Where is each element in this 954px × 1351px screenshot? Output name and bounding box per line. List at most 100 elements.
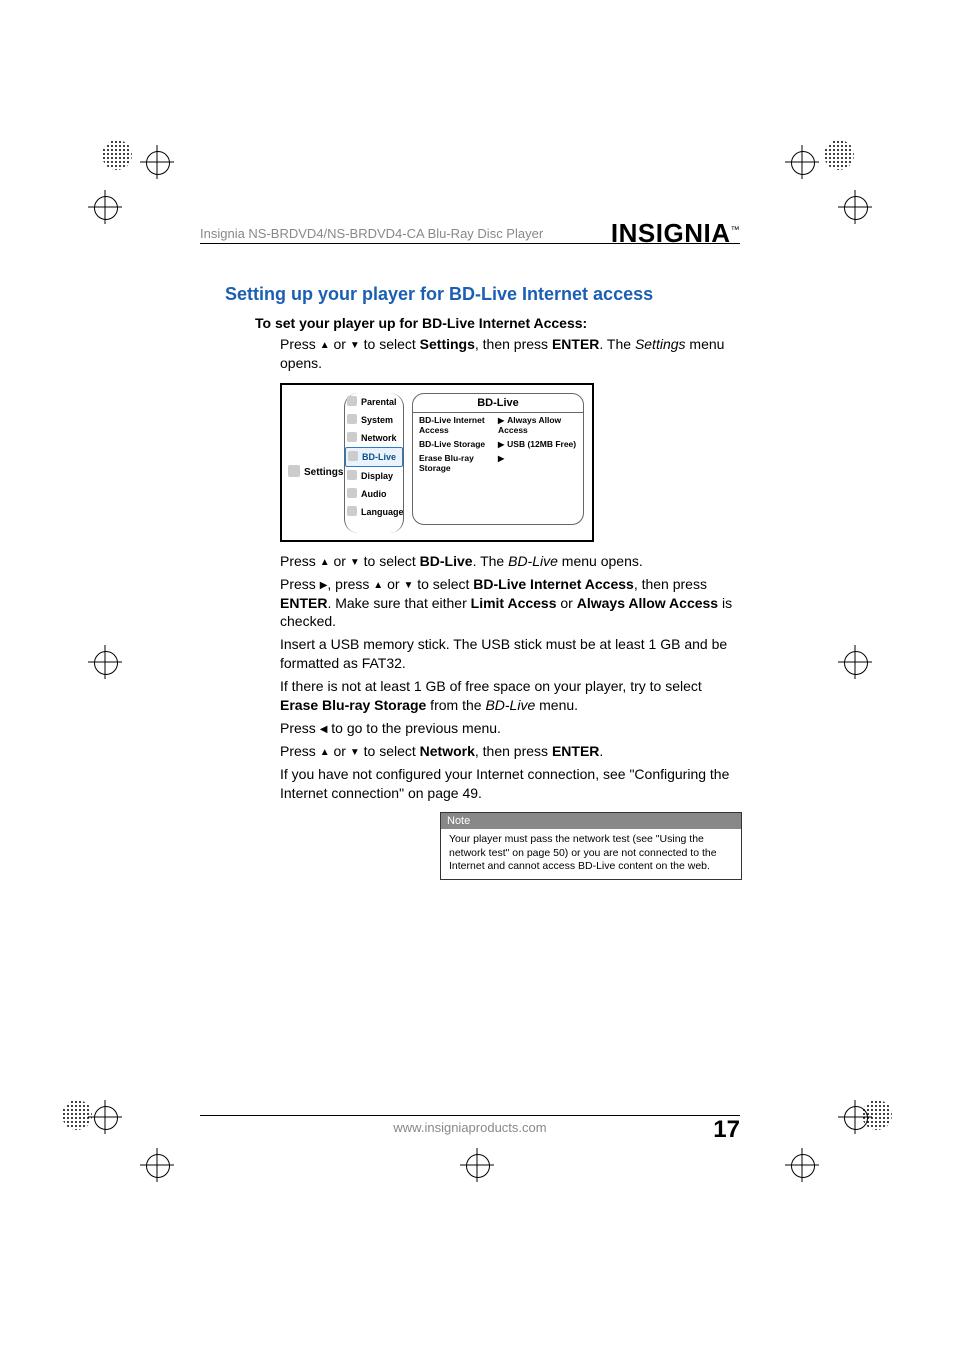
- sidebar-item-parental: Parental: [345, 393, 403, 411]
- step-text: or: [330, 336, 350, 352]
- step-text: or: [383, 576, 403, 592]
- sidebar-label: Language: [361, 507, 404, 517]
- step-text: . The: [473, 553, 509, 569]
- step-text: , then press: [475, 743, 552, 759]
- sidebar-label: Network: [361, 433, 397, 443]
- bdlive-italic: BD-Live: [508, 553, 558, 569]
- step-text: .: [599, 743, 603, 759]
- crop-mark: [140, 1148, 174, 1182]
- row-key: BD-Live Storage: [419, 439, 498, 449]
- settings-icon: [288, 465, 300, 477]
- page-header: Insignia NS-BRDVD4/NS-BRDVD4-CA Blu-Ray …: [200, 225, 740, 244]
- up-arrow-icon: ▲: [320, 746, 330, 760]
- sidebar-item-language: Language: [345, 503, 403, 521]
- step-text: menu opens.: [558, 553, 643, 569]
- step-3: Press ▶, press ▲ or ▼ to select BD-Live …: [280, 575, 740, 632]
- bdlive-italic: BD-Live: [485, 697, 535, 713]
- panel-row-storage: BD-Live Storage ▶USB (12MB Free): [413, 437, 583, 451]
- network-keyword: Network: [420, 743, 475, 759]
- row-key: BD-Live Internet Access: [419, 415, 498, 435]
- step-text: Press: [280, 336, 320, 352]
- down-arrow-icon: ▼: [350, 556, 360, 570]
- enter-keyword: ENTER: [280, 595, 327, 611]
- settings-italic: Settings: [635, 336, 686, 352]
- step-text: to go to the previous menu.: [327, 720, 501, 736]
- network-icon: [347, 432, 357, 442]
- step-text: , press: [327, 576, 373, 592]
- enter-keyword: ENTER: [552, 336, 599, 352]
- row-value-text: Always Allow Access: [498, 415, 561, 435]
- step-text: . Make sure that either: [327, 595, 470, 611]
- brand-logo-text: INSIGNIA: [611, 218, 731, 248]
- row-value: ▶USB (12MB Free): [498, 439, 577, 449]
- right-arrow-icon: ▶: [498, 416, 504, 425]
- step-text: Press: [280, 553, 320, 569]
- crop-mark: [88, 190, 122, 224]
- registration-dots: [824, 140, 854, 170]
- crop-mark: [140, 145, 174, 179]
- step-7: Press ▲ or ▼ to select Network, then pre…: [280, 742, 740, 761]
- limit-keyword: Limit Access: [471, 595, 557, 611]
- settings-keyword: Settings: [420, 336, 475, 352]
- up-arrow-icon: ▲: [373, 579, 383, 593]
- menu-screenshot: Settings Parental System Network BD-Live…: [280, 383, 594, 542]
- row-value-text: USB (12MB Free): [507, 439, 576, 449]
- down-arrow-icon: ▼: [350, 746, 360, 760]
- sidebar-label: System: [361, 415, 393, 425]
- step-text: to select: [413, 576, 473, 592]
- step-text: menu.: [535, 697, 578, 713]
- up-arrow-icon: ▲: [320, 339, 330, 353]
- up-arrow-icon: ▲: [320, 556, 330, 570]
- step-text: , then press: [634, 576, 707, 592]
- step-text: from the: [426, 697, 485, 713]
- crop-mark: [88, 1100, 122, 1134]
- step-text: to select: [360, 743, 420, 759]
- right-arrow-icon: ▶: [498, 454, 504, 463]
- panel-row-erase: Erase Blu-ray Storage ▶: [413, 451, 583, 475]
- category-settings: Settings: [288, 465, 343, 478]
- product-line: Insignia NS-BRDVD4/NS-BRDVD4-CA Blu-Ray …: [200, 226, 543, 241]
- procedure-heading: To set your player up for BD-Live Intern…: [255, 315, 740, 331]
- right-arrow-icon: ▶: [498, 440, 504, 449]
- enter-keyword: ENTER: [552, 743, 599, 759]
- row-value: ▶Always Allow Access: [498, 415, 577, 435]
- page-content: Insignia NS-BRDVD4/NS-BRDVD4-CA Blu-Ray …: [200, 225, 740, 880]
- step-text: or: [330, 743, 350, 759]
- registration-dots: [102, 140, 132, 170]
- sidebar-item-network: Network: [345, 429, 403, 447]
- step-text: Press: [280, 743, 320, 759]
- page-number: 17: [713, 1116, 740, 1144]
- section-title: Setting up your player for BD-Live Inter…: [225, 284, 740, 305]
- down-arrow-icon: ▼: [350, 339, 360, 353]
- step-2: Press ▲ or ▼ to select BD-Live. The BD-L…: [280, 552, 740, 571]
- panel-row-internet-access: BD-Live Internet Access ▶Always Allow Ac…: [413, 413, 583, 437]
- sidebar-label: Audio: [361, 489, 387, 499]
- sidebar-item-bdlive: BD-Live: [345, 447, 403, 467]
- step-text: or: [557, 595, 577, 611]
- sidebar-item-system: System: [345, 411, 403, 429]
- trademark-symbol: ™: [731, 224, 741, 234]
- crop-mark: [785, 145, 819, 179]
- category-label: Settings: [304, 467, 343, 478]
- crop-mark: [785, 1148, 819, 1182]
- system-icon: [347, 414, 357, 424]
- note-heading: Note: [441, 813, 741, 829]
- display-icon: [347, 470, 357, 480]
- note-body: Your player must pass the network test (…: [441, 829, 741, 878]
- sidebar-label: BD-Live: [362, 452, 396, 462]
- step-text: to select: [360, 553, 420, 569]
- page-footer: www.insigniaproducts.com 17: [200, 1115, 740, 1135]
- step-text: , then press: [475, 336, 552, 352]
- down-arrow-icon: ▼: [403, 579, 413, 593]
- step-5: If there is not at least 1 GB of free sp…: [280, 677, 740, 715]
- panel-title: BD-Live: [413, 394, 583, 413]
- crop-mark: [460, 1148, 494, 1182]
- parental-icon: [347, 396, 357, 406]
- step-text: If there is not at least 1 GB of free sp…: [280, 678, 702, 694]
- bdlive-panel: BD-Live BD-Live Internet Access ▶Always …: [412, 393, 584, 525]
- sidebar-label: Display: [361, 471, 393, 481]
- registration-dots: [862, 1100, 892, 1130]
- access-keyword: BD-Live Internet Access: [473, 576, 634, 592]
- registration-dots: [62, 1100, 92, 1130]
- bdlive-keyword: BD-Live: [420, 553, 473, 569]
